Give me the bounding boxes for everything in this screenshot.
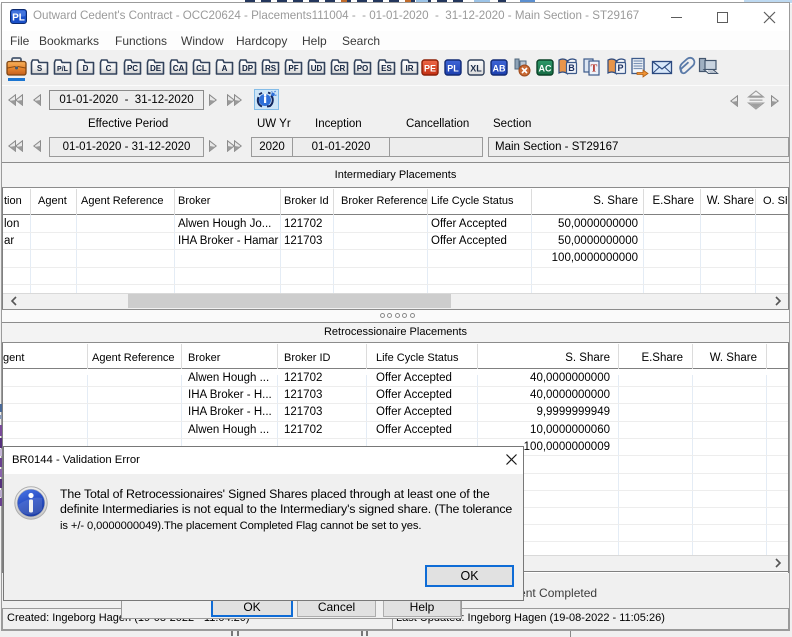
- svg-text:A: A: [222, 64, 228, 73]
- svg-text:CL: CL: [196, 64, 207, 73]
- svg-text:PF: PF: [288, 64, 298, 73]
- svg-text:PE: PE: [424, 64, 436, 74]
- svg-text:CA: CA: [173, 64, 185, 73]
- svg-text:D: D: [83, 64, 89, 73]
- svg-text:P/L: P/L: [57, 66, 69, 73]
- svg-text:S: S: [37, 64, 43, 73]
- svg-text:ES: ES: [381, 64, 392, 73]
- svg-text:C: C: [106, 64, 112, 73]
- svg-text:UD: UD: [311, 64, 323, 73]
- svg-text:PC: PC: [127, 64, 138, 73]
- svg-text:B: B: [568, 63, 575, 73]
- svg-text:PL: PL: [12, 13, 25, 24]
- svg-text:DE: DE: [150, 64, 162, 73]
- svg-text:AC: AC: [539, 64, 552, 74]
- svg-text:RS: RS: [265, 64, 277, 73]
- svg-text:IR: IR: [406, 64, 414, 73]
- svg-text:PL: PL: [447, 64, 459, 74]
- svg-text:T: T: [591, 64, 598, 75]
- svg-text:PO: PO: [357, 64, 369, 73]
- svg-text:CR: CR: [334, 64, 346, 73]
- svg-text:XL: XL: [470, 64, 482, 74]
- svg-text:AB: AB: [493, 64, 506, 74]
- svg-text:DP: DP: [242, 64, 254, 73]
- svg-text:P: P: [617, 63, 623, 73]
